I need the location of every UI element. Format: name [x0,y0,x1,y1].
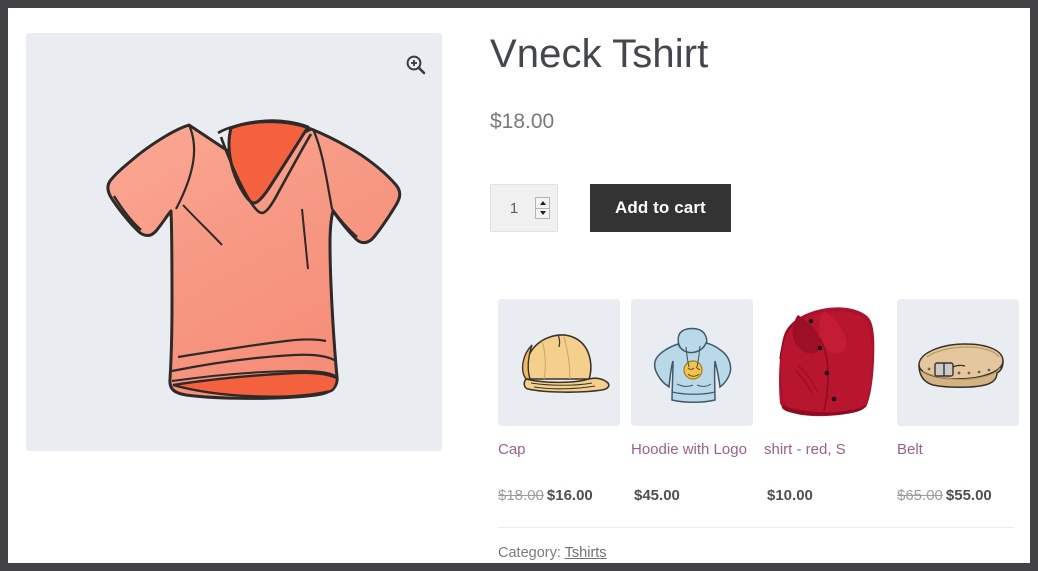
upsell-product-name[interactable]: Belt [897,441,1019,459]
quantity-decrement-button[interactable] [536,209,549,219]
add-to-cart-button[interactable]: Add to cart [590,184,731,232]
upsell-product-price: $10.00 [764,487,886,504]
price-original: $18.00 [498,487,544,504]
upsell-product-name[interactable]: Hoodie with Logo [631,441,753,459]
upsell-product-price: $18.00 $16.00 [498,487,620,504]
category-label: Category: [498,545,561,561]
upsell-item: shirt - red, S $10.00 [764,299,886,504]
category-link[interactable]: Tshirts [565,545,607,561]
add-to-cart-form: 1 Add to cart [488,184,1008,232]
price-current: $16.00 [546,487,593,504]
quantity-increment-button[interactable] [536,198,549,209]
product-title: Vneck Tshirt [490,32,709,76]
upsell-product-price: $45.00 [631,487,753,504]
upsell-item: Hoodie with Logo $45.00 [631,299,753,504]
product-gallery[interactable] [26,33,442,451]
price-current: $45.00 [634,487,680,504]
product-thumbnail-belt[interactable] [897,299,1019,426]
product-thumbnail-red-shirt[interactable] [764,299,886,426]
product-price: $18.00 [490,110,555,133]
product-summary: Vneck Tshirt $18.00 1 Add to cart [488,32,1008,232]
magnifier-plus-icon[interactable] [404,53,428,77]
page-viewport: Vneck Tshirt $18.00 1 Add to cart Cap $1… [8,8,1030,563]
upsell-product-name[interactable]: Cap [498,441,620,459]
quantity-stepper[interactable]: 1 [490,184,558,232]
upsell-item: Cap $18.00 $16.00 [498,299,620,504]
quantity-input[interactable]: 1 [491,200,535,217]
upsell-product-price: $65.00 $55.00 [897,487,1019,504]
product-meta: Category: Tshirts [498,545,607,561]
upsell-item: Belt $65.00 $55.00 [897,299,1019,504]
price-original: $65.00 [897,487,943,504]
chevron-down-icon [539,211,546,216]
quantity-spinner[interactable] [535,197,550,219]
product-main-image[interactable] [26,33,442,451]
meta-divider [498,527,1014,528]
product-thumbnail-hoodie[interactable] [631,299,753,426]
price-current: $10.00 [767,487,813,504]
upsell-product-name[interactable]: shirt - red, S [764,441,886,459]
product-thumbnail-cap[interactable] [498,299,620,426]
chevron-up-icon [539,200,546,205]
upsell-products: Cap $18.00 $16.00 Hoodie with Logo $45.0… [498,299,1028,504]
price-current: $55.00 [945,487,992,504]
